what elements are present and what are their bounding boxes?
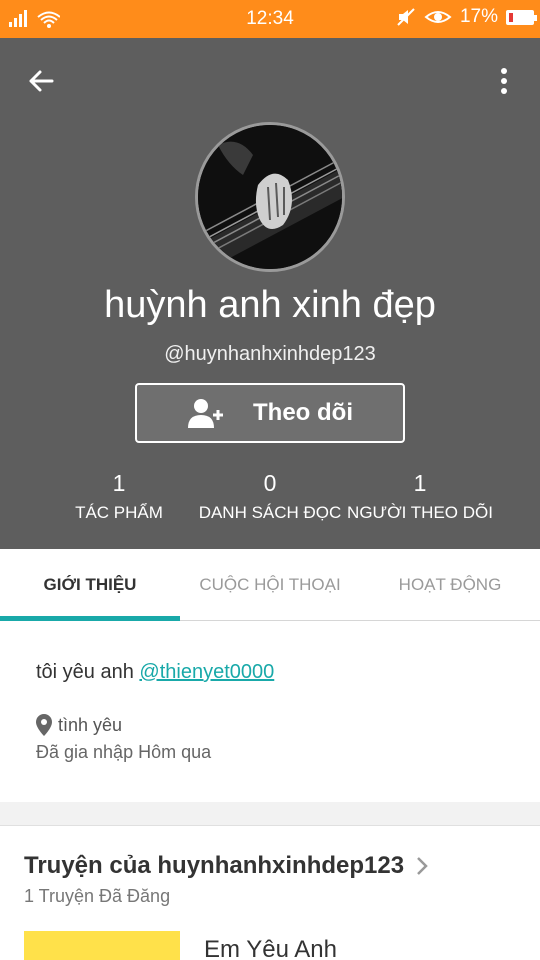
stat-value: 1: [413, 470, 427, 496]
location-pin-icon: [36, 714, 52, 736]
profile-header: huỳnh anh xinh đẹp @huynhanhxinhdep123 T…: [0, 38, 540, 549]
location-text: tình yêu: [58, 714, 123, 735]
mute-icon: [397, 8, 415, 26]
username: @huynhanhxinhdep123: [164, 343, 376, 365]
stat-followers[interactable]: 1 NGƯỜI THEO DÕI: [330, 470, 510, 523]
stories-count: 1 Truyện Đã Đăng: [24, 886, 171, 906]
bio-text: tôi yêu anh: [36, 661, 140, 683]
back-arrow-icon[interactable]: [26, 66, 56, 96]
section-divider: [0, 802, 540, 826]
joined-date: Đã gia nhập Hôm qua: [36, 742, 212, 762]
battery-icon: [506, 9, 537, 25]
add-user-icon: [188, 399, 223, 428]
more-options-icon[interactable]: [492, 66, 516, 96]
story-cover[interactable]: [24, 931, 180, 960]
location: tình yêu: [36, 714, 122, 736]
follow-button[interactable]: Theo dõi: [135, 383, 405, 443]
story-title[interactable]: Em Yêu Anh: [204, 936, 337, 960]
tab-activity[interactable]: HOẠT ĐỘNG: [360, 549, 540, 621]
battery-percent: 17%: [459, 6, 498, 27]
chevron-right-icon: [417, 857, 428, 875]
bio-mention-link[interactable]: @thienyet0000: [139, 661, 274, 683]
stat-label: NGƯỜI THEO DÕI: [347, 503, 493, 522]
status-bar: 12:34 17%: [0, 0, 540, 38]
avatar[interactable]: [195, 122, 345, 272]
profile-tabs: GIỚI THIỆU CUỘC HỘI THOẠI HOẠT ĐỘNG: [0, 549, 540, 621]
active-tab-indicator: [0, 616, 180, 621]
bio: tôi yêu anh @thienyet0000: [36, 661, 274, 684]
eye-icon: [424, 11, 452, 23]
tab-about[interactable]: GIỚI THIỆU: [0, 549, 180, 621]
display-name: huỳnh anh xinh đẹp: [104, 284, 436, 326]
about-section: tôi yêu anh @thienyet0000 tình yêu Đã gi…: [0, 622, 540, 802]
tab-conversations[interactable]: CUỘC HỘI THOẠI: [180, 549, 360, 621]
follow-button-label: Theo dõi: [253, 399, 353, 426]
stories-title: Truyện của huynhanhxinhdep123: [24, 852, 405, 879]
stories-header[interactable]: Truyện của huynhanhxinhdep123: [24, 852, 428, 880]
stories-section: Truyện của huynhanhxinhdep123 1 Truyện Đ…: [0, 826, 540, 960]
